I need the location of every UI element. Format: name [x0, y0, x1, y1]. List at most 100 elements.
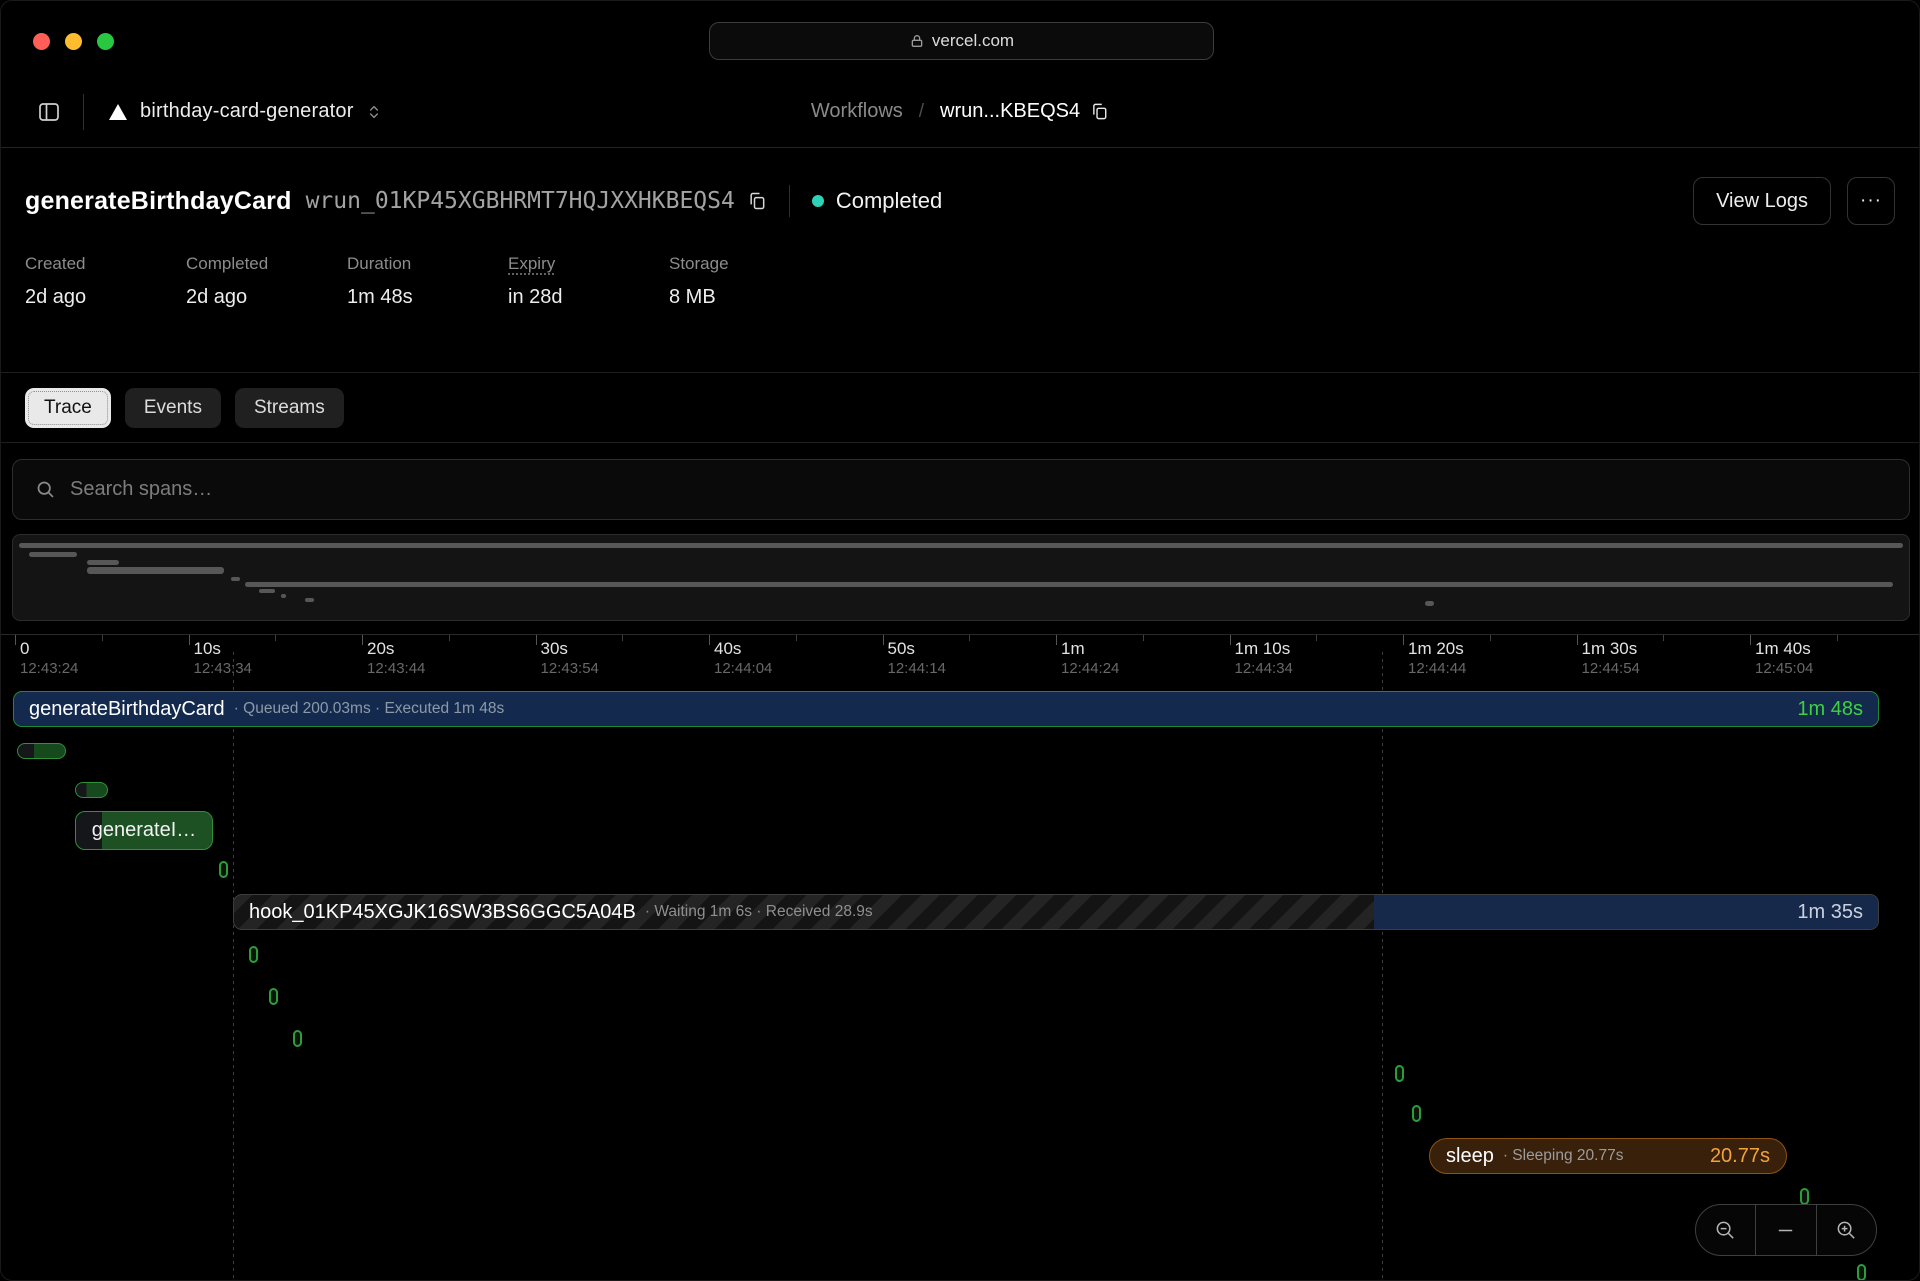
meta-value: in 28d	[508, 286, 669, 309]
breadcrumb-separator: /	[919, 101, 924, 123]
span-detail: · Sleeping 20.77s	[1503, 1147, 1624, 1165]
tick-time-label: 40s	[714, 639, 741, 659]
tick-clock-label: 12:44:54	[1582, 660, 1640, 677]
tick-minor-mark	[1143, 635, 1144, 641]
close-window-button[interactable]	[33, 33, 50, 50]
project-name: birthday-card-generator	[140, 100, 354, 123]
span-child-bar[interactable]	[17, 743, 66, 759]
page-title: generateBirthdayCard	[25, 187, 292, 216]
zoom-out-icon	[1714, 1219, 1737, 1242]
meta-item-duration: Duration 1m 48s	[347, 254, 508, 309]
browser-window: vercel.com birthday-card-generator Workf…	[0, 0, 1920, 1281]
meta-item-completed: Completed2d ago	[186, 254, 347, 309]
minimap-bar	[259, 589, 275, 593]
span-sleep[interactable]: sleep · Sleeping 20.77s 20.77s	[1429, 1138, 1787, 1174]
tick-clock-label: 12:43:24	[20, 660, 78, 677]
tab-trace[interactable]: Trace	[25, 388, 111, 428]
search-input[interactable]	[70, 478, 1909, 501]
status-label: Completed	[836, 188, 942, 214]
span-generateBirthdayCard[interactable]: generateBirthdayCard · Queued 200.03ms ·…	[13, 691, 1879, 727]
lock-icon	[909, 33, 925, 49]
more-actions-button[interactable]: ···	[1847, 177, 1895, 225]
span-search	[12, 459, 1910, 520]
maximize-window-button[interactable]	[97, 33, 114, 50]
breadcrumb-run-id: wrun...KBEQS4	[940, 100, 1080, 123]
timeline-ruler: 012:43:2410s12:43:3420s12:43:4430s12:43:…	[1, 634, 1919, 680]
tick-mark	[709, 635, 710, 645]
minimap-bar	[1425, 601, 1434, 606]
titlebar: vercel.com	[1, 1, 1919, 76]
span-hook[interactable]: hook_01KP45XGJK16SW3BS6GGC5A04B · Waitin…	[233, 894, 1879, 930]
meta-item-storage: Storage8 MB	[669, 254, 830, 309]
tick-time-label: 30s	[541, 639, 568, 659]
meta-value: 1m 48s	[347, 286, 508, 309]
sidebar-toggle-button[interactable]	[37, 100, 61, 124]
tick-time-label: 1m 20s	[1408, 639, 1464, 659]
span-generateImage-chip[interactable]: generateI…	[75, 811, 213, 850]
breadcrumb: Workflows / wrun...KBEQS4	[811, 100, 1109, 123]
minimap-bar	[87, 567, 224, 574]
zoom-out-button[interactable]	[1696, 1205, 1755, 1255]
copy-run-id-button[interactable]	[747, 191, 767, 211]
event-marker[interactable]	[219, 861, 228, 878]
minimap-bar	[19, 543, 1903, 548]
tick-clock-label: 12:45:04	[1755, 660, 1813, 677]
meta-label: Storage	[669, 254, 830, 274]
meta-item-created: Created 2d ago	[25, 254, 186, 309]
tick-clock-label: 12:44:04	[714, 660, 772, 677]
minimap-bar	[245, 582, 1893, 587]
breadcrumb-workflows-link[interactable]: Workflows	[811, 100, 903, 123]
copy-icon[interactable]	[1090, 102, 1109, 121]
tab-streams[interactable]: Streams	[235, 388, 344, 428]
project-switcher[interactable]: birthday-card-generator	[108, 100, 382, 123]
span-name: generateBirthdayCard	[29, 698, 225, 721]
event-marker[interactable]	[269, 988, 278, 1005]
run-meta: Created 2d agoCompleted2d agoDuration 1m 4…	[25, 254, 830, 309]
event-marker[interactable]	[249, 946, 258, 963]
tick-minor-mark	[1490, 635, 1491, 641]
header-actions: View Logs ···	[1693, 177, 1895, 225]
address-bar[interactable]: vercel.com	[709, 22, 1214, 60]
span-detail: · Waiting 1m 6s · Received 28.9s	[645, 903, 873, 921]
status-badge: Completed	[812, 188, 942, 214]
tick-mark	[1056, 635, 1057, 645]
event-marker[interactable]	[293, 1030, 302, 1047]
view-logs-button[interactable]: View Logs	[1693, 177, 1831, 225]
minimap-bar	[29, 552, 77, 557]
minimap-bar	[231, 577, 240, 581]
tick-time-label: 1m 30s	[1582, 639, 1638, 659]
tick-mark	[1750, 635, 1751, 645]
tick-mark	[1577, 635, 1578, 645]
minus-icon	[1774, 1219, 1797, 1242]
tick-minor-mark	[275, 635, 276, 641]
tick-time-label: 50s	[888, 639, 915, 659]
search-icon	[35, 479, 56, 500]
zoom-in-button[interactable]	[1816, 1205, 1876, 1255]
event-marker[interactable]	[1800, 1188, 1809, 1205]
span-start-guide-line	[1382, 652, 1383, 1281]
zoom-reset-button[interactable]	[1755, 1205, 1815, 1255]
run-title-row: generateBirthdayCard wrun_01KP45XGBHRMT7…	[25, 177, 1895, 225]
tick-minor-mark	[1316, 635, 1317, 641]
tab-events[interactable]: Events	[125, 388, 221, 428]
event-marker[interactable]	[1395, 1065, 1404, 1082]
tick-clock-label: 12:43:34	[194, 660, 252, 677]
tick-minor-mark	[449, 635, 450, 641]
span-child-bar[interactable]	[75, 782, 108, 798]
vercel-logo-icon	[108, 103, 128, 121]
url-text: vercel.com	[932, 31, 1014, 51]
meta-label: Duration	[347, 254, 508, 274]
status-dot-icon	[812, 195, 824, 207]
event-marker[interactable]	[1412, 1105, 1421, 1122]
span-duration: 1m 48s	[1797, 698, 1863, 721]
span-detail: · Queued 200.03ms · Executed 1m 48s	[234, 700, 505, 718]
trace-minimap[interactable]	[12, 534, 1910, 621]
minimize-window-button[interactable]	[65, 33, 82, 50]
event-marker[interactable]	[1857, 1264, 1866, 1281]
toolbar-divider	[83, 94, 84, 130]
meta-value: 2d ago	[25, 286, 186, 309]
tick-clock-label: 12:44:24	[1061, 660, 1119, 677]
sidebar-icon	[37, 100, 61, 124]
meta-label: Created	[25, 254, 186, 274]
breadcrumb-run: wrun...KBEQS4	[940, 100, 1109, 123]
